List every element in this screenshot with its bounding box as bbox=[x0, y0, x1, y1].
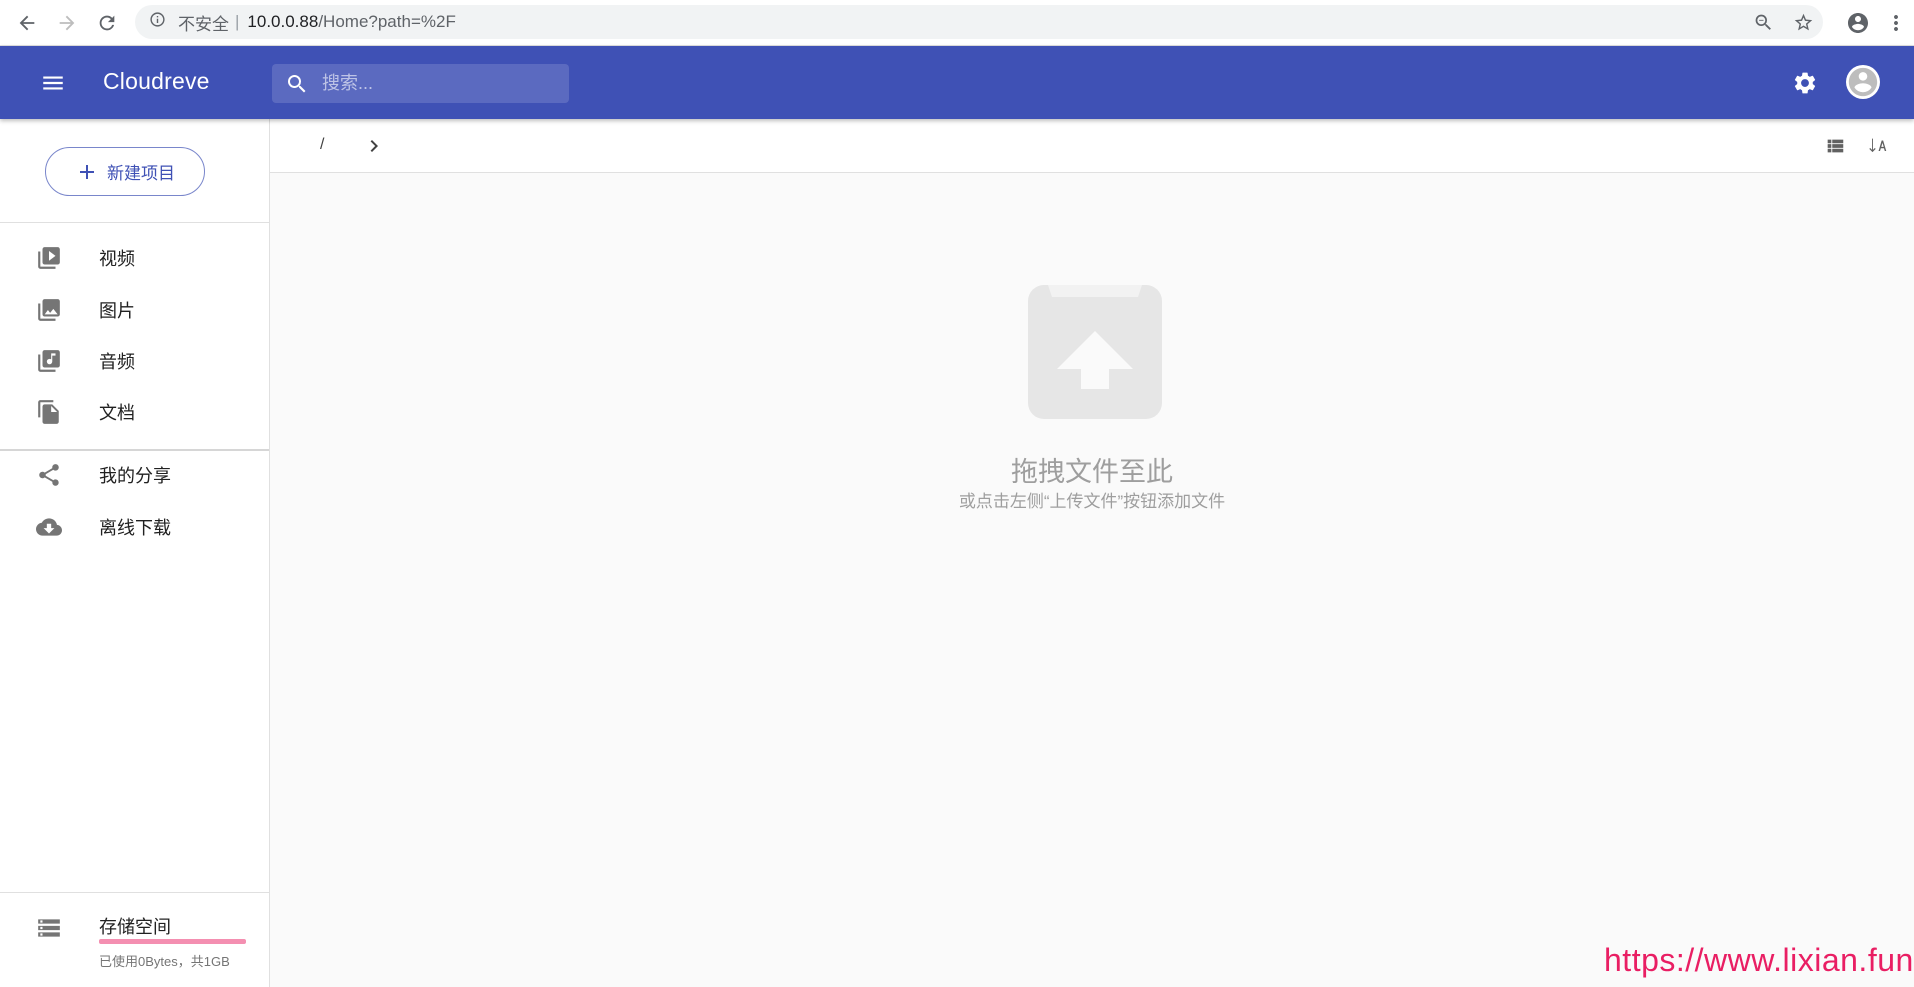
storage-panel[interactable]: 存储空间 已使用0Bytes，共1GB bbox=[0, 892, 269, 987]
sidebar-item-label: 图片 bbox=[99, 301, 135, 321]
settings-button[interactable] bbox=[1782, 60, 1828, 106]
user-avatar-icon bbox=[1848, 67, 1878, 97]
watermark-text: https://www.lixian.fun bbox=[1604, 942, 1914, 978]
navigator-bar: / bbox=[270, 119, 1914, 173]
browser-toolbar: 不安全 | 10.0.0.88/Home?path=%2F bbox=[0, 0, 1914, 46]
view-mode-button[interactable] bbox=[1822, 133, 1848, 159]
photo-library-icon bbox=[36, 297, 62, 323]
arrow-back-icon bbox=[19, 15, 35, 31]
view-list-icon bbox=[1827, 139, 1844, 153]
star-outline-icon bbox=[1794, 13, 1812, 30]
menu-icon bbox=[43, 76, 63, 90]
sidebar: 新建项目 视频 图片 音频 文档 我的分享 离线下载 存储空间 已使用0Byte… bbox=[0, 119, 270, 987]
share-icon bbox=[36, 462, 62, 488]
sidebar-item-images[interactable]: 图片 bbox=[0, 285, 269, 335]
zoom-button[interactable] bbox=[1743, 5, 1783, 39]
sidebar-item-offline-download[interactable]: 离线下载 bbox=[0, 502, 269, 552]
add-icon bbox=[80, 164, 94, 179]
new-item-label: 新建项目 bbox=[107, 164, 175, 183]
sidebar-item-label: 音频 bbox=[99, 352, 135, 372]
video-library-icon bbox=[36, 245, 62, 271]
avatar[interactable] bbox=[1846, 65, 1880, 99]
sidebar-item-video[interactable]: 视频 bbox=[0, 233, 269, 283]
app-bar: Cloudreve bbox=[0, 46, 1914, 119]
sidebar-item-documents[interactable]: 文档 bbox=[0, 387, 269, 437]
url-separator: | bbox=[235, 12, 240, 31]
app-title[interactable]: Cloudreve bbox=[103, 68, 210, 95]
sidebar-item-label: 文档 bbox=[99, 403, 135, 423]
bookmark-button[interactable] bbox=[1783, 5, 1823, 39]
upload-box-icon bbox=[1026, 283, 1164, 421]
storage-icon bbox=[36, 915, 62, 941]
sidebar-item-label: 我的分享 bbox=[99, 466, 171, 486]
more-vert-icon bbox=[1894, 15, 1898, 31]
sidebar-item-audio[interactable]: 音频 bbox=[0, 336, 269, 386]
account-circle-icon bbox=[1848, 13, 1868, 33]
sidebar-item-label: 视频 bbox=[99, 249, 135, 269]
profile-button[interactable] bbox=[1838, 0, 1878, 46]
refresh-icon bbox=[99, 15, 115, 31]
arrow-forward-icon bbox=[59, 15, 75, 31]
security-label: 不安全 bbox=[178, 14, 229, 34]
search-box[interactable] bbox=[272, 64, 569, 103]
empty-title: 拖拽文件至此 bbox=[1011, 457, 1173, 487]
forward-button[interactable] bbox=[47, 3, 87, 43]
address-bar[interactable]: 不安全 | 10.0.0.88/Home?path=%2F bbox=[135, 5, 1823, 39]
url-host: 10.0.0.88 bbox=[247, 12, 319, 31]
chevron-right-icon[interactable] bbox=[362, 134, 386, 158]
browser-menu-button[interactable] bbox=[1878, 0, 1914, 46]
storage-title: 存储空间 bbox=[99, 917, 171, 937]
search-icon bbox=[272, 72, 322, 96]
reload-button[interactable] bbox=[87, 3, 127, 43]
sidebar-item-my-shares[interactable]: 我的分享 bbox=[0, 450, 269, 500]
file-copy-icon bbox=[36, 399, 62, 425]
sort-button[interactable] bbox=[1865, 133, 1891, 159]
zoom-out-icon bbox=[1755, 14, 1771, 30]
sort-by-alpha-icon bbox=[1869, 138, 1887, 153]
new-item-button[interactable]: 新建项目 bbox=[45, 147, 205, 196]
cloud-download-icon bbox=[36, 514, 62, 540]
back-button[interactable] bbox=[7, 3, 47, 43]
info-icon[interactable] bbox=[149, 11, 166, 33]
sidebar-divider bbox=[0, 222, 269, 223]
empty-subtitle: 或点击左侧“上传文件”按钮添加文件 bbox=[958, 492, 1226, 511]
file-explorer[interactable]: / 拖拽文件至此 或点击左侧“上传文件”按钮添加文件 bbox=[270, 119, 1914, 987]
drawer-toggle-button[interactable] bbox=[30, 60, 76, 106]
library-music-icon bbox=[36, 348, 62, 374]
url-path: /Home?path=%2F bbox=[318, 12, 456, 31]
breadcrumb-root[interactable]: / bbox=[320, 136, 324, 154]
storage-usage-text: 已使用0Bytes，共1GB bbox=[99, 954, 230, 969]
search-input[interactable] bbox=[322, 73, 552, 94]
sidebar-item-label: 离线下载 bbox=[99, 518, 171, 538]
storage-progress-bar bbox=[99, 939, 246, 944]
gear-icon bbox=[1794, 72, 1816, 94]
